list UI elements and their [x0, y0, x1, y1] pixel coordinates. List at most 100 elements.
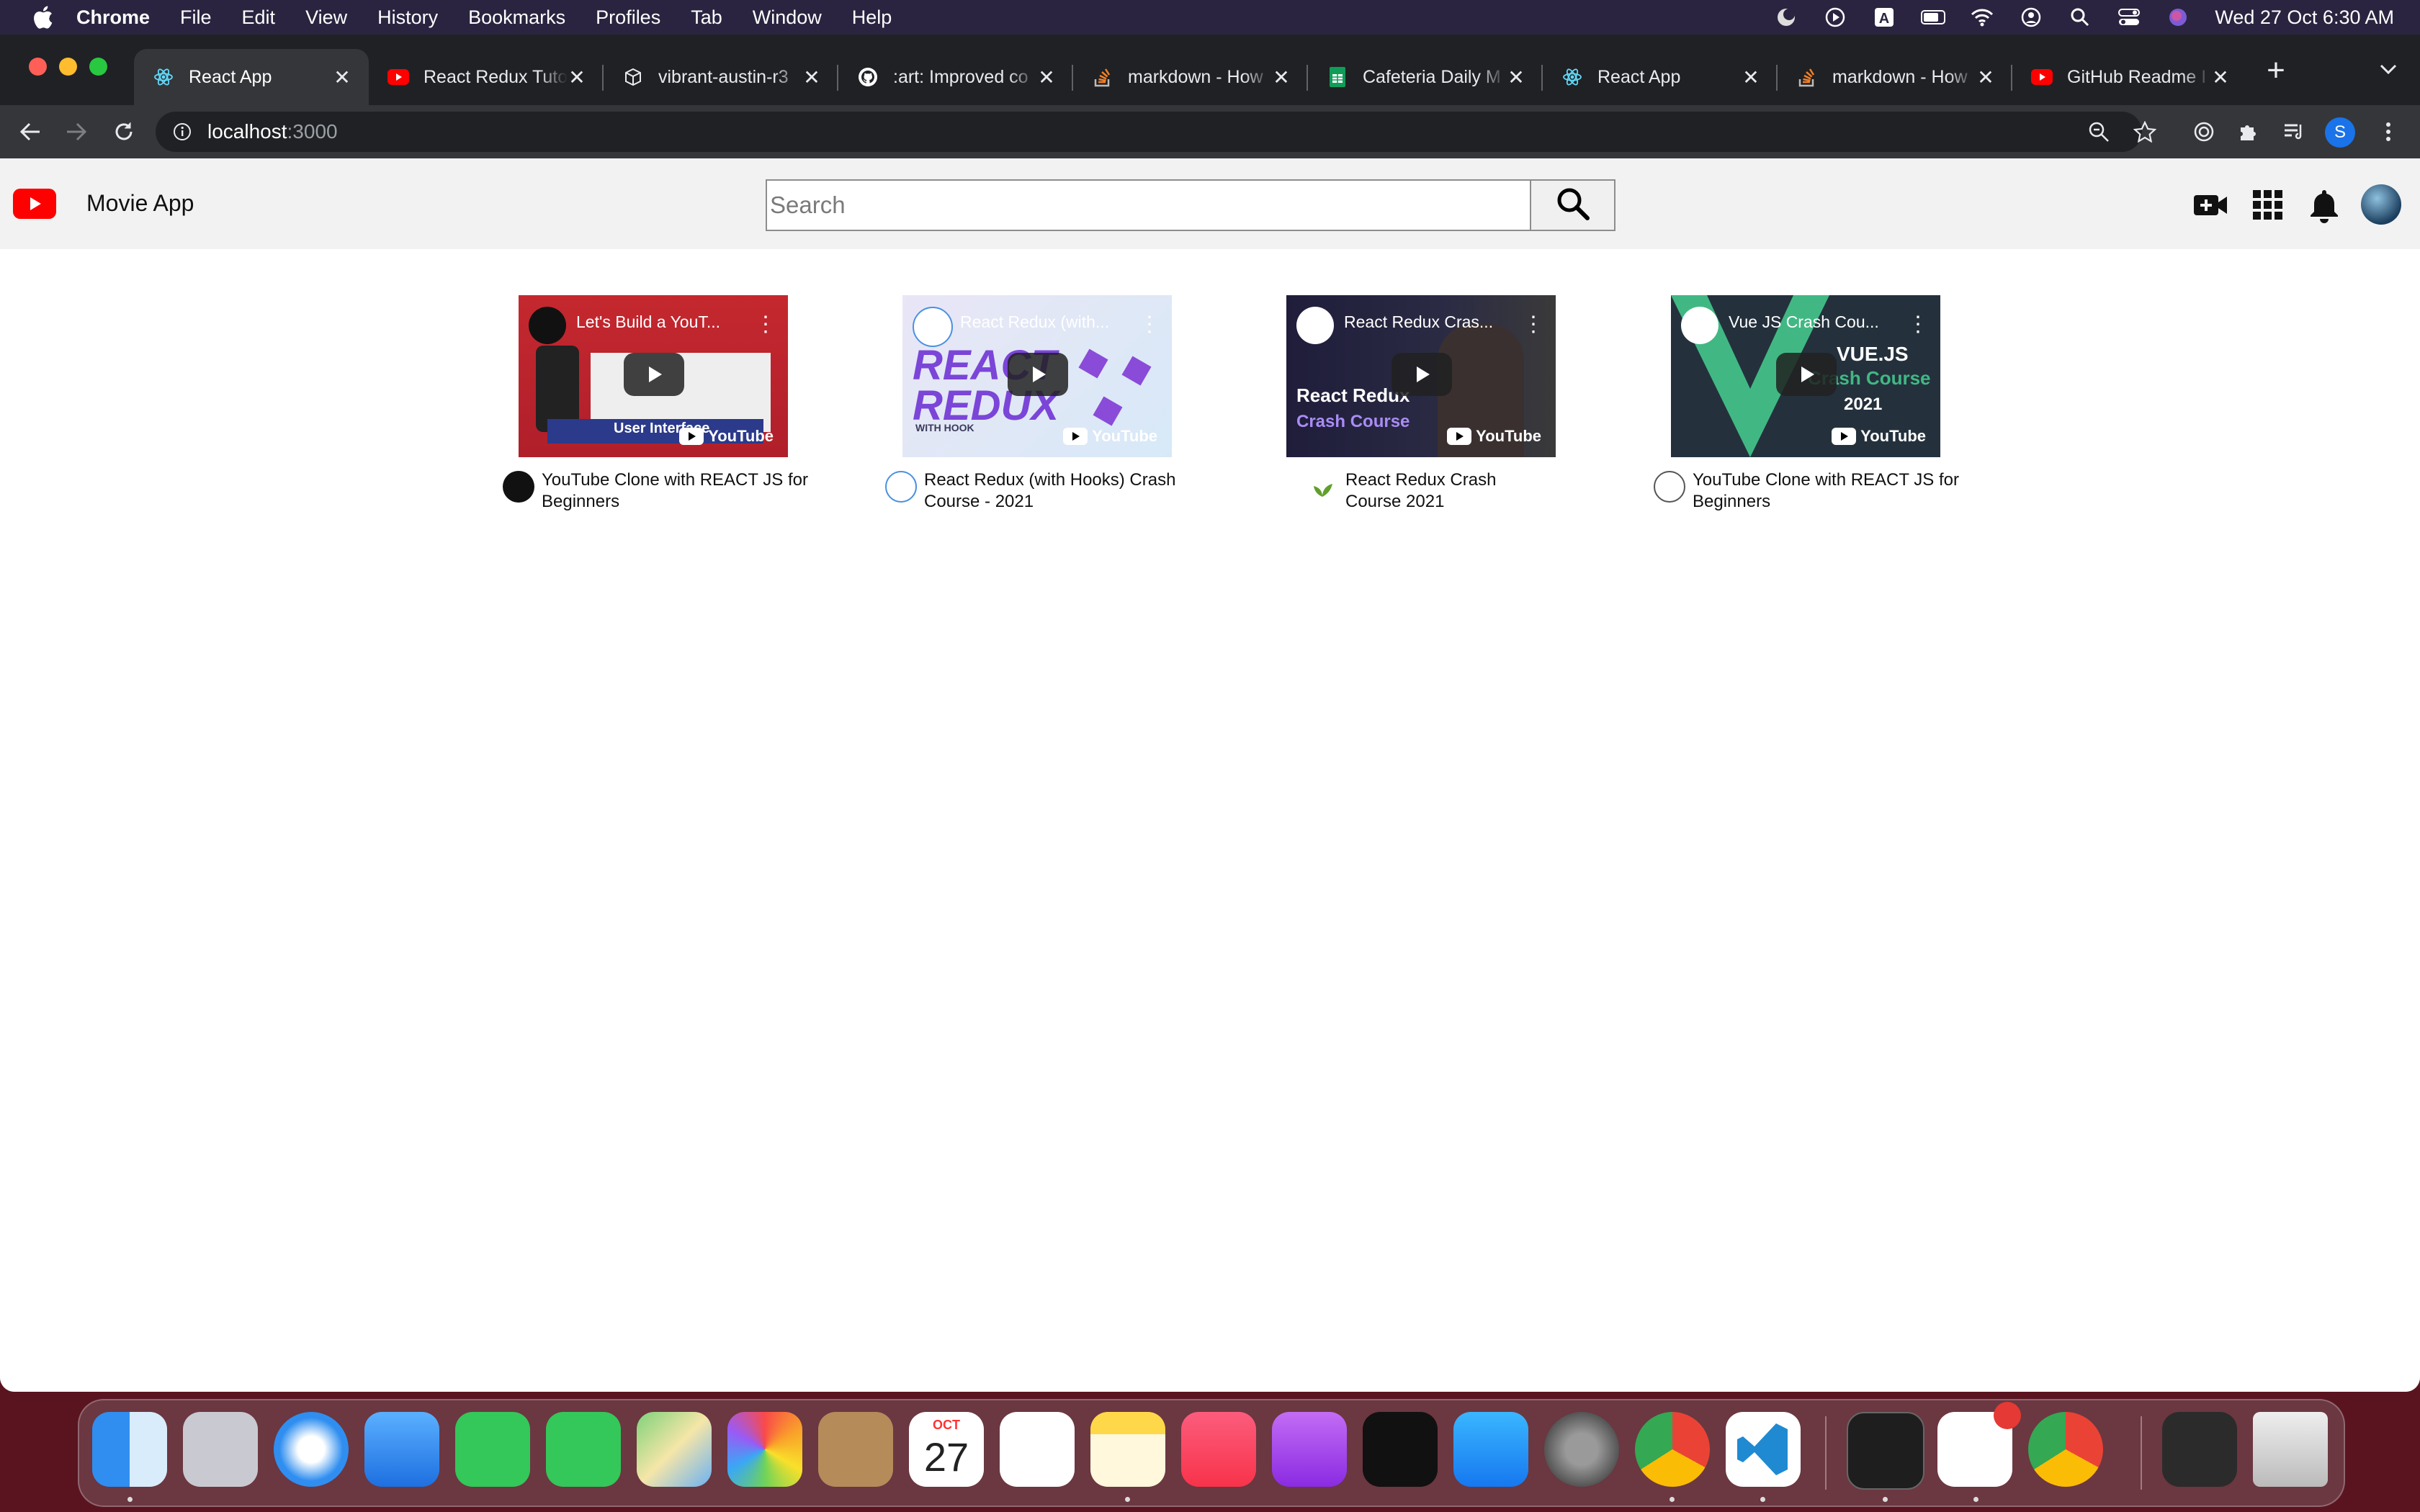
- app-store-icon[interactable]: [1453, 1412, 1528, 1487]
- profile-avatar-button[interactable]: S: [2325, 117, 2355, 148]
- tab-react-redux-tutorial[interactable]: React Redux Tuto ✕: [369, 49, 604, 105]
- user-account-icon[interactable]: [2019, 5, 2043, 30]
- menu-history[interactable]: History: [377, 6, 438, 29]
- apple-tv-icon[interactable]: [1363, 1412, 1438, 1487]
- finder-icon[interactable]: [92, 1412, 167, 1487]
- notes-icon[interactable]: [1090, 1412, 1165, 1487]
- launchpad-icon[interactable]: [183, 1412, 258, 1487]
- play-button-icon[interactable]: [624, 353, 684, 396]
- extensions-puzzle-icon[interactable]: [2234, 117, 2263, 146]
- close-tab-icon[interactable]: ✕: [1975, 66, 1996, 89]
- close-tab-icon[interactable]: ✕: [1036, 66, 1057, 89]
- close-tab-icon[interactable]: ✕: [2210, 66, 2231, 89]
- menu-app-name[interactable]: Chrome: [76, 6, 150, 29]
- menu-bookmarks[interactable]: Bookmarks: [468, 6, 565, 29]
- more-options-icon[interactable]: ⋮: [1523, 314, 1544, 336]
- video-thumbnail[interactable]: React Redux Crash Course React Redux Cra…: [1286, 295, 1556, 457]
- control-center-icon[interactable]: [2117, 5, 2141, 30]
- app-title[interactable]: Movie App: [86, 190, 194, 217]
- menu-edit[interactable]: Edit: [242, 6, 276, 29]
- more-options-icon[interactable]: ⋮: [1907, 314, 1929, 336]
- search-input[interactable]: [766, 179, 1531, 231]
- siri-icon[interactable]: [2166, 5, 2190, 30]
- play-button-icon[interactable]: [1776, 353, 1837, 396]
- video-title[interactable]: React Redux (with Hooks) Crash Course - …: [924, 469, 1198, 513]
- extension-target-icon[interactable]: [2190, 117, 2218, 146]
- close-window-button[interactable]: [29, 58, 47, 76]
- create-video-icon[interactable]: [2192, 189, 2228, 222]
- zoom-icon[interactable]: [2084, 117, 2113, 146]
- close-tab-icon[interactable]: ✕: [1505, 66, 1527, 89]
- safari-icon[interactable]: [274, 1412, 349, 1487]
- channel-avatar[interactable]: [1654, 471, 1685, 503]
- play-button-icon[interactable]: [1008, 353, 1068, 396]
- reading-list-icon[interactable]: [2280, 117, 2309, 146]
- tab-react-app-2[interactable]: React App ✕: [1543, 49, 1778, 105]
- youtube-logo-icon[interactable]: [13, 189, 56, 219]
- close-tab-icon[interactable]: ✕: [331, 66, 353, 89]
- mail-icon[interactable]: [364, 1412, 439, 1487]
- podcasts-icon[interactable]: [1272, 1412, 1347, 1487]
- tab-react-app[interactable]: React App ✕: [134, 49, 369, 105]
- contacts-icon[interactable]: [818, 1412, 893, 1487]
- tab-codesandbox[interactable]: vibrant-austin-r3 ✕: [604, 49, 838, 105]
- video-title[interactable]: YouTube Clone with REACT JS for Beginner…: [1693, 469, 1966, 513]
- new-tab-button[interactable]: +: [2259, 53, 2293, 88]
- wifi-icon[interactable]: [1970, 5, 1994, 30]
- photos-icon[interactable]: [727, 1412, 802, 1487]
- chrome-icon[interactable]: [1635, 1412, 1710, 1487]
- video-thumbnail[interactable]: REACT REDUX WITH HOOK React Redux (with.…: [902, 295, 1172, 457]
- spotlight-search-icon[interactable]: [2068, 5, 2092, 30]
- downloads-stack-icon[interactable]: [2162, 1412, 2237, 1487]
- facetime-icon[interactable]: [455, 1412, 530, 1487]
- youtube-watermark[interactable]: YouTube: [1063, 427, 1157, 446]
- trash-icon[interactable]: [2253, 1412, 2328, 1487]
- close-tab-icon[interactable]: ✕: [1740, 66, 1762, 89]
- forward-button[interactable]: [60, 116, 92, 148]
- address-bar[interactable]: localhost:3000: [156, 112, 2142, 152]
- notifications-bell-icon[interactable]: [2306, 189, 2342, 223]
- channel-avatar[interactable]: [885, 471, 917, 503]
- more-options-icon[interactable]: ⋮: [1139, 314, 1160, 336]
- close-tab-icon[interactable]: ✕: [801, 66, 823, 89]
- tab-github-commit[interactable]: :art: Improved co ✕: [838, 49, 1073, 105]
- minimize-window-button[interactable]: [59, 58, 77, 76]
- back-button[interactable]: [14, 116, 46, 148]
- more-options-icon[interactable]: ⋮: [755, 314, 776, 336]
- input-source-icon[interactable]: A: [1872, 5, 1896, 30]
- video-title[interactable]: YouTube Clone with REACT JS for Beginner…: [542, 469, 815, 513]
- play-circle-icon[interactable]: [1823, 5, 1847, 30]
- messages-icon[interactable]: [546, 1412, 621, 1487]
- music-icon[interactable]: [1181, 1412, 1256, 1487]
- youtube-watermark[interactable]: YouTube: [1832, 427, 1926, 446]
- chrome-icon[interactable]: [2028, 1412, 2103, 1487]
- flux-icon[interactable]: [1774, 5, 1798, 30]
- tab-stackoverflow-1[interactable]: markdown - How ✕: [1073, 49, 1308, 105]
- battery-icon[interactable]: [1921, 5, 1946, 30]
- search-button[interactable]: [1530, 179, 1615, 231]
- chrome-menu-icon[interactable]: [2374, 117, 2403, 146]
- menu-window[interactable]: Window: [753, 6, 822, 29]
- video-thumbnail[interactable]: VUE.JS Crash Course 2021 Vue JS Crash Co…: [1671, 295, 1940, 457]
- menu-clock[interactable]: Wed 27 Oct 6:30 AM: [2215, 6, 2394, 29]
- zoom-window-button[interactable]: [89, 58, 107, 76]
- video-title[interactable]: React Redux Crash Course 2021: [1345, 469, 1533, 513]
- tab-stackoverflow-2[interactable]: markdown - How ✕: [1778, 49, 2012, 105]
- menu-tab[interactable]: Tab: [691, 6, 722, 29]
- system-preferences-icon[interactable]: [1544, 1412, 1619, 1487]
- close-tab-icon[interactable]: ✕: [566, 66, 588, 89]
- youtube-watermark[interactable]: YouTube: [1447, 427, 1541, 446]
- menu-help[interactable]: Help: [852, 6, 892, 29]
- tab-github-readme[interactable]: GitHub Readme I ✕: [2012, 49, 2247, 105]
- reload-button[interactable]: [108, 116, 140, 148]
- apple-menu-icon[interactable]: [29, 4, 56, 31]
- tab-google-sheets[interactable]: Cafeteria Daily M ✕: [1308, 49, 1543, 105]
- terminal-icon[interactable]: [1847, 1412, 1924, 1490]
- vscode-icon[interactable]: [1726, 1412, 1801, 1487]
- menu-view[interactable]: View: [305, 6, 347, 29]
- youtube-watermark[interactable]: YouTube: [679, 427, 774, 446]
- reminders-icon[interactable]: [1000, 1412, 1075, 1487]
- site-info-icon[interactable]: [171, 121, 193, 143]
- play-button-icon[interactable]: [1392, 353, 1452, 396]
- url-text[interactable]: localhost:3000: [207, 120, 338, 143]
